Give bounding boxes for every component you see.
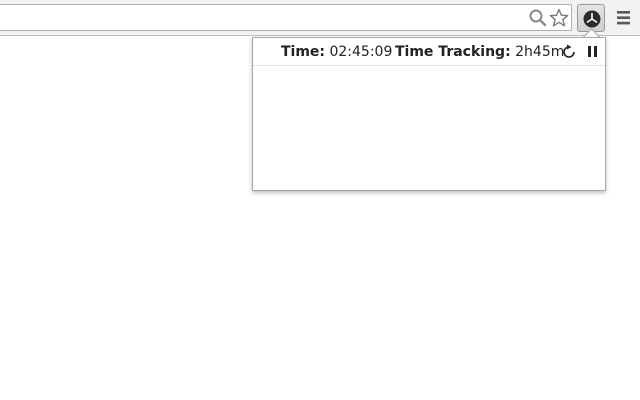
clock-icon [583,10,601,28]
tracking-value: 2h45m [515,44,565,60]
reset-icon[interactable] [561,44,577,60]
popup-header: Time: 02:45:09 Time Tracking: 2h45m [253,38,605,66]
time-value: 02:45:09 [329,44,393,60]
hamburger-menu-icon[interactable] [614,8,634,28]
tracking-display: Time Tracking: 2h45m [395,44,564,60]
time-label: Time: [281,44,326,60]
star-icon[interactable] [549,8,569,28]
browser-toolbar [0,0,640,36]
time-display: Time: 02:45:09 [281,44,392,60]
time-tracker-popup: Time: 02:45:09 Time Tracking: 2h45m [252,37,606,191]
address-bar[interactable] [0,4,572,31]
search-icon[interactable] [528,8,548,28]
tracking-label: Time Tracking: [395,44,511,60]
pause-icon[interactable] [585,44,601,60]
